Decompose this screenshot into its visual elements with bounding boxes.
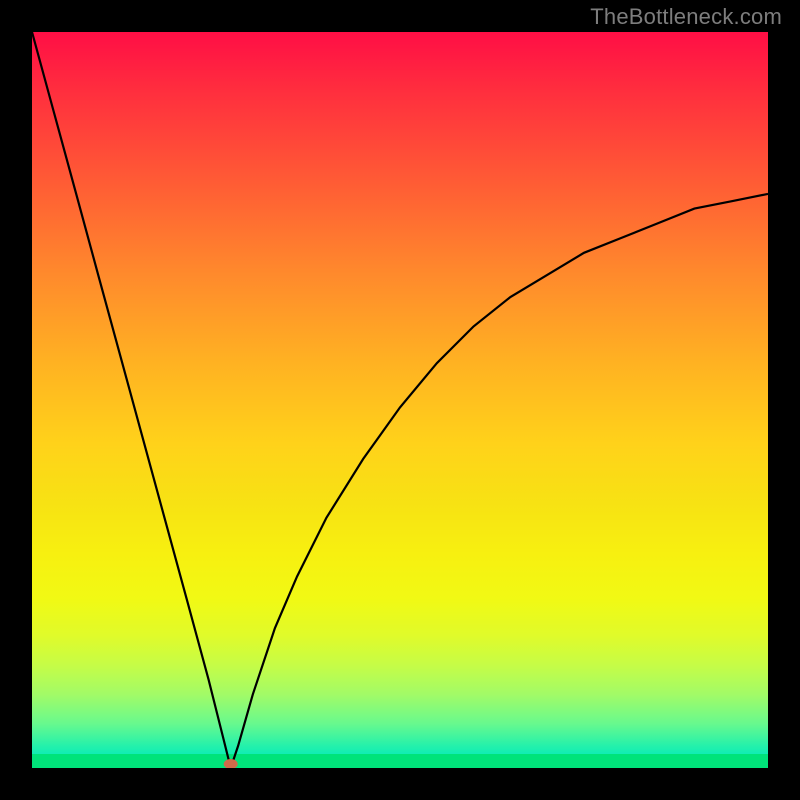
- plot-area: [32, 32, 768, 768]
- minimum-marker: [224, 759, 238, 768]
- curve-line: [32, 32, 768, 768]
- chart-frame: TheBottleneck.com: [0, 0, 800, 800]
- bottleneck-curve: [32, 32, 768, 768]
- watermark-text: TheBottleneck.com: [590, 4, 782, 30]
